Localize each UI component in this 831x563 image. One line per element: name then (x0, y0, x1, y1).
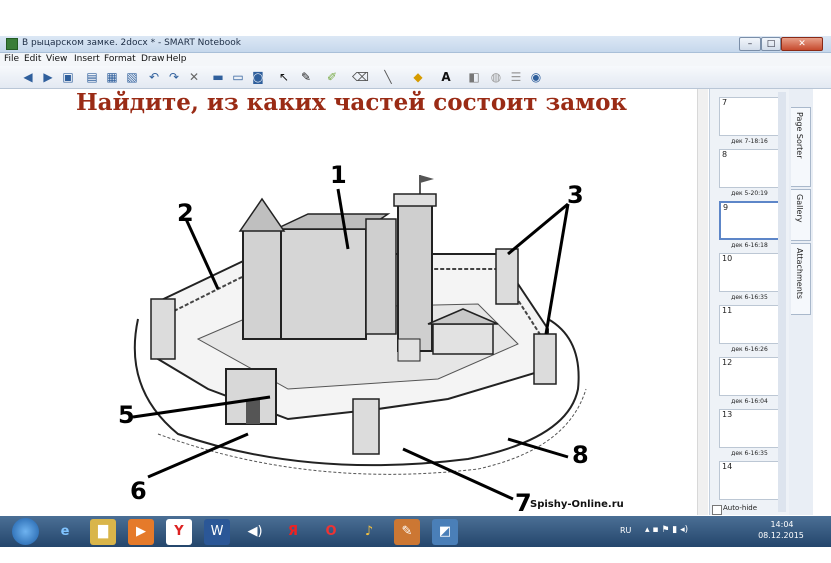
page-thumbnail-selected[interactable]: 9 (719, 201, 780, 240)
menu-file[interactable]: File (4, 54, 19, 64)
watermark: Spishy-Online.ru (530, 499, 624, 510)
maximize-button[interactable]: □ (761, 37, 781, 51)
yandex-icon[interactable]: Я (280, 519, 306, 545)
smart-tools-icon[interactable]: ◩ (432, 519, 458, 545)
label-8[interactable]: 8 (572, 441, 589, 469)
page-number: 7 (722, 98, 728, 107)
open-icon[interactable]: ▦ (104, 69, 120, 85)
delete-icon[interactable]: ✕ (186, 69, 202, 85)
sorter-scrollbar[interactable] (778, 92, 786, 512)
eraser-icon[interactable]: ⌫ (352, 69, 369, 85)
menu-format[interactable]: Format (104, 54, 136, 64)
toolbar: ◀ ▶ ▣ ▤ ▦ ▧ ↶ ↷ ✕ ▬ ▭ ◙ ↖ ✎ ✐ ⌫ ╲ ◆ A ◧ … (0, 66, 831, 89)
forward-icon[interactable]: ▶ (40, 69, 56, 85)
page-thumbnail[interactable]: 13 (719, 409, 780, 448)
delete-page-icon[interactable]: ▤ (84, 69, 100, 85)
undo-icon[interactable]: ↶ (146, 69, 162, 85)
label-6[interactable]: 6 (130, 477, 147, 505)
page-caption: дек 6-16:35 (731, 294, 768, 301)
start-button[interactable] (12, 518, 39, 545)
text-icon[interactable]: A (438, 69, 454, 85)
more-icon[interactable]: ☰ (508, 69, 524, 85)
page-number: 11 (722, 306, 733, 315)
explorer-icon[interactable]: ▇ (90, 519, 116, 545)
shape-icon[interactable]: ◆ (410, 69, 426, 85)
document-camera-icon[interactable]: ◙ (250, 69, 266, 85)
properties-icon[interactable]: ◍ (488, 69, 504, 85)
page-number: 8 (722, 150, 728, 159)
menu-insert[interactable]: Insert (74, 54, 100, 64)
page-number: 13 (722, 410, 733, 419)
page-sorter: 7 дек 7-18:16 8 дек 5-20:19 9 дек 6-16:1… (709, 89, 789, 515)
menu-draw[interactable]: Draw (141, 54, 165, 64)
close-button[interactable]: ✕ (781, 37, 823, 51)
winamp-icon[interactable]: ♪ (356, 519, 382, 545)
page-number: 10 (722, 254, 733, 263)
auto-hide-checkbox[interactable] (712, 505, 722, 515)
tab-label: Page Sorter (795, 112, 804, 159)
tab-page-sorter[interactable]: Page Sorter (791, 107, 811, 187)
save-icon[interactable]: ▧ (124, 69, 140, 85)
page-thumbnail[interactable]: 11 (719, 305, 780, 344)
creative-pen-icon[interactable]: ✐ (324, 69, 340, 85)
page-number: 12 (722, 358, 733, 367)
page-thumbnail[interactable]: 10 (719, 253, 780, 292)
whiteboard-canvas[interactable]: Найдите, из каких частей состоит замок 1… (8, 89, 695, 515)
page-thumbnail[interactable]: 14 (719, 461, 780, 500)
page-caption: дек 6-16:18 (731, 242, 768, 249)
line-icon[interactable]: ╲ (380, 69, 396, 85)
tab-gallery[interactable]: Gallery (791, 189, 811, 241)
menu-bar: File Edit View Insert Format Draw Help (0, 53, 831, 66)
yandex-browser-icon[interactable]: Y (166, 519, 192, 545)
label-3[interactable]: 3 (567, 181, 584, 209)
volume-app-icon[interactable]: ◀) (242, 519, 268, 545)
back-icon[interactable]: ◀ (20, 69, 36, 85)
tab-label: Attachments (795, 248, 804, 300)
page-caption: дек 6-16:04 (731, 398, 768, 405)
page-caption: дек 6-16:26 (731, 346, 768, 353)
language-indicator[interactable]: RU (620, 526, 631, 535)
full-screen-icon[interactable]: ▭ (230, 69, 246, 85)
page-caption: дек 6-16:35 (731, 450, 768, 457)
label-1[interactable]: 1 (330, 161, 347, 189)
canvas-scrollbar[interactable] (697, 89, 708, 515)
page-thumbnail[interactable]: 8 (719, 149, 780, 188)
opera-icon[interactable]: O (318, 519, 344, 545)
smart-notebook-app-icon (6, 38, 18, 50)
side-tabs: Page Sorter Gallery Attachments (789, 89, 813, 515)
settings-icon[interactable]: ◉ (528, 69, 544, 85)
redo-icon[interactable]: ↷ (166, 69, 182, 85)
castle-drawing (132, 175, 587, 501)
page-number: 9 (723, 203, 729, 212)
menu-edit[interactable]: Edit (24, 54, 41, 64)
page-number: 14 (722, 462, 733, 471)
tray-icons[interactable]: ▴ ▪ ⚑ ▮ ◂) (645, 525, 688, 535)
clock-date[interactable]: 08.12.2015 (755, 531, 807, 540)
label-5[interactable]: 5 (118, 401, 135, 429)
menu-help[interactable]: Help (166, 54, 187, 64)
fill-icon[interactable]: ◧ (466, 69, 482, 85)
label-2[interactable]: 2 (177, 199, 194, 227)
minimize-button[interactable]: – (739, 37, 761, 51)
screen-shade-icon[interactable]: ▬ (210, 69, 226, 85)
smart-notebook-icon[interactable]: ✎ (394, 519, 420, 545)
tab-attachments[interactable]: Attachments (791, 243, 811, 315)
add-page-icon[interactable]: ▣ (60, 69, 76, 85)
page-caption: дек 5-20:19 (731, 190, 768, 197)
window-title: В рыцарском замке. 2docx * - SMART Noteb… (22, 38, 241, 48)
media-player-icon[interactable]: ▶ (128, 519, 154, 545)
ie-icon[interactable]: e (52, 519, 78, 545)
auto-hide-label: Auto-hide (723, 504, 758, 512)
word-icon[interactable]: W (204, 519, 230, 545)
pen-icon[interactable]: ✎ (298, 69, 314, 85)
select-icon[interactable]: ↖ (276, 69, 292, 85)
page-caption: дек 7-18:16 (731, 138, 768, 145)
clock-time[interactable]: 14:04 (762, 520, 802, 529)
page-thumbnail[interactable]: 7 (719, 97, 780, 136)
menu-view[interactable]: View (46, 54, 67, 64)
bottom-margin (0, 547, 831, 563)
tab-label: Gallery (795, 194, 804, 223)
page-thumbnail[interactable]: 12 (719, 357, 780, 396)
